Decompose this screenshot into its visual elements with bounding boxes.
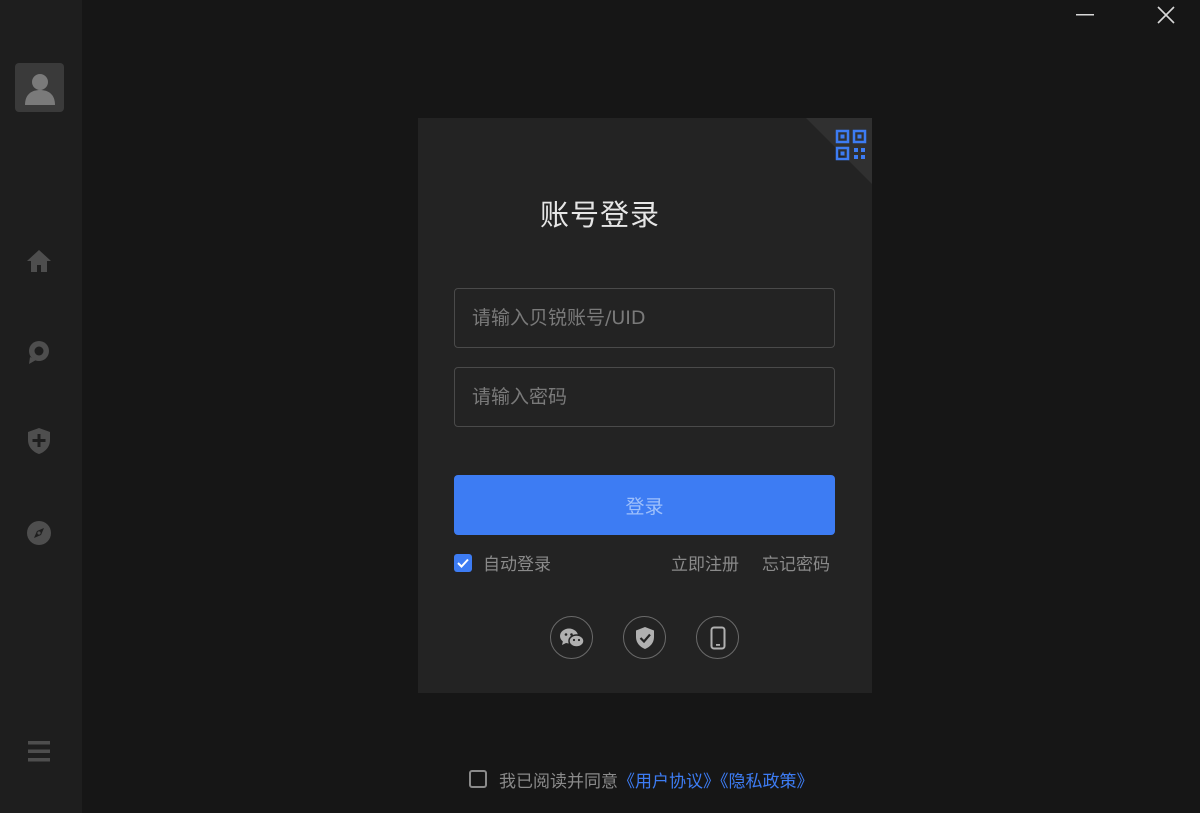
- qr-code-icon: [835, 129, 867, 161]
- qr-login-toggle[interactable]: [806, 118, 872, 184]
- page-title: 账号登录: [539, 198, 660, 232]
- menu-icon: [28, 741, 50, 762]
- user-agreement-link[interactable]: 《用户协议》: [618, 772, 720, 792]
- check-icon: [457, 558, 469, 568]
- sidebar-item-security[interactable]: [25, 427, 53, 455]
- home-icon: [27, 250, 51, 272]
- auto-login-checkbox[interactable]: [454, 554, 472, 572]
- register-link[interactable]: 立即注册: [671, 550, 739, 575]
- shield-check-icon: [635, 626, 654, 649]
- phone-icon: [710, 626, 725, 649]
- privacy-policy-link[interactable]: 《隐私政策》: [720, 772, 814, 792]
- avatar[interactable]: [15, 63, 64, 112]
- security-login-button[interactable]: [623, 616, 666, 659]
- minimize-button[interactable]: [1065, 0, 1105, 30]
- compass-icon: [27, 521, 51, 545]
- password-input[interactable]: [454, 367, 835, 427]
- close-button[interactable]: [1146, 0, 1186, 30]
- phone-login-button[interactable]: [696, 616, 739, 659]
- agreement-text: 我已阅读并同意《用户协议》《隐私政策》: [499, 767, 814, 792]
- sidebar-item-discover[interactable]: [25, 519, 53, 547]
- forgot-password-link[interactable]: 忘记密码: [762, 550, 830, 575]
- chat-icon: [29, 341, 49, 364]
- login-button[interactable]: 登录: [454, 475, 835, 535]
- sidebar-menu[interactable]: [25, 737, 53, 765]
- account-input[interactable]: [454, 288, 835, 348]
- user-icon: [24, 73, 55, 105]
- auto-login-label: 自动登录: [483, 555, 551, 575]
- wechat-login-button[interactable]: [550, 616, 593, 659]
- sidebar-item-home[interactable]: [25, 247, 53, 275]
- agreement-checkbox[interactable]: [469, 770, 487, 788]
- minimize-icon: [1076, 14, 1094, 16]
- sidebar-item-chat[interactable]: [25, 338, 53, 366]
- close-icon: [1157, 6, 1175, 24]
- shield-plus-icon: [28, 428, 50, 454]
- agreement-prefix: 我已阅读并同意: [499, 772, 618, 792]
- wechat-icon: [559, 628, 585, 648]
- sidebar: [0, 0, 82, 813]
